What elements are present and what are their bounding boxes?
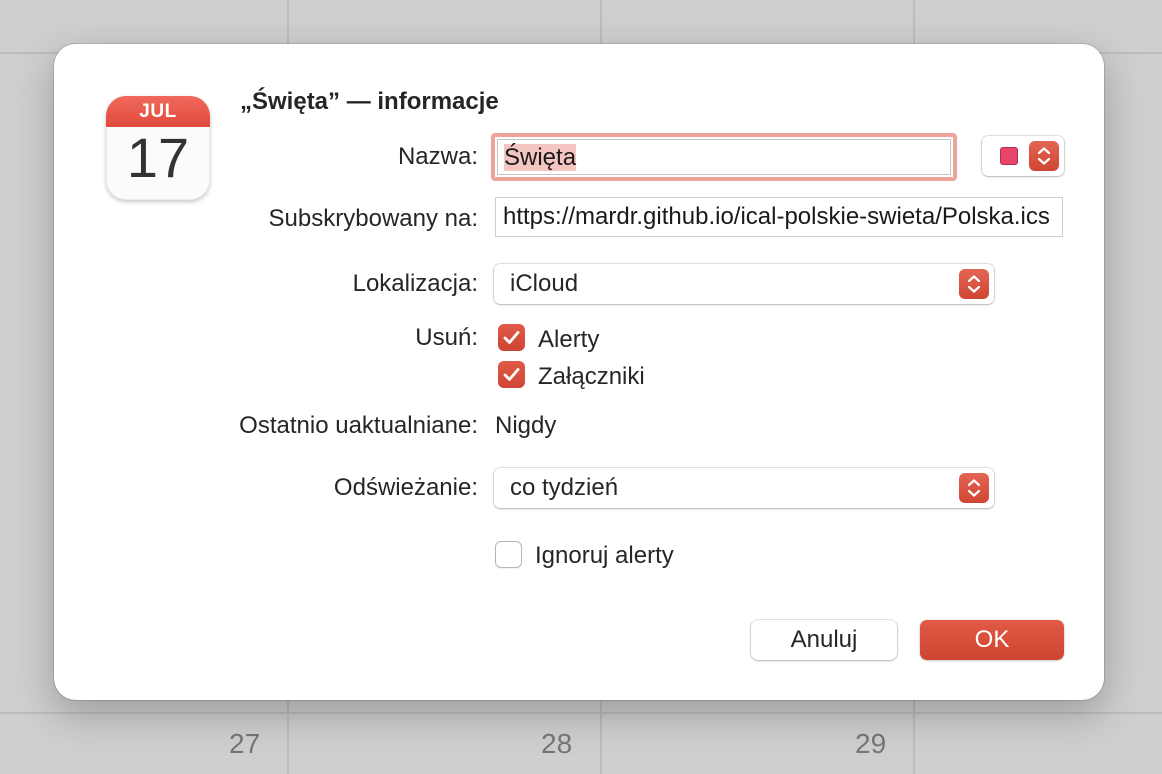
cancel-button[interactable]: Anuluj [751, 620, 897, 660]
grid-line [0, 712, 1162, 714]
calendar-app-icon: JUL 17 [106, 96, 210, 200]
calendar-info-dialog: JUL 17 „Święta” — informacje Nazwa: Świę… [54, 44, 1104, 700]
last-updated-label: Ostatnio uaktualniane: [239, 412, 478, 439]
name-input-value: Święta [504, 144, 577, 171]
chevron-updown-icon [959, 269, 989, 299]
calendar-icon-month: JUL [106, 96, 210, 127]
refresh-value: co tydzień [510, 474, 619, 501]
subscription-url-field[interactable]: https://mardr.github.io/ical-polskie-swi… [495, 197, 1063, 237]
ok-button[interactable]: OK [920, 620, 1064, 660]
attachments-checkbox-label: Załączniki [538, 363, 645, 390]
day-number: 27 [229, 728, 261, 759]
color-swatch [1000, 147, 1018, 165]
alerts-checkbox[interactable] [498, 324, 525, 351]
location-label: Lokalizacja: [352, 270, 478, 297]
refresh-popup[interactable]: co tydzień [494, 468, 994, 508]
color-picker[interactable] [982, 136, 1064, 176]
name-input[interactable]: Święta [491, 133, 957, 181]
location-value: iCloud [510, 270, 579, 297]
subscribed-label: Subskrybowany na: [268, 205, 478, 232]
dialog-title: „Święta” — informacje [240, 88, 499, 115]
location-popup[interactable]: iCloud [494, 264, 994, 304]
refresh-label: Odświeżanie: [333, 474, 478, 501]
alerts-checkbox-label: Alerty [538, 326, 600, 353]
day-number: 29 [855, 728, 887, 759]
calendar-icon-day: 17 [126, 126, 190, 189]
ignore-alerts-checkbox[interactable] [495, 541, 522, 568]
chevron-updown-icon [959, 473, 989, 503]
ignore-alerts-label: Ignoruj alerty [535, 542, 674, 569]
chevron-updown-icon [1029, 141, 1059, 171]
day-number: 28 [541, 728, 573, 759]
attachments-checkbox[interactable] [498, 361, 525, 388]
remove-label: Usuń: [415, 324, 478, 351]
last-updated-value: Nigdy [495, 412, 557, 439]
name-label: Nazwa: [397, 143, 478, 170]
